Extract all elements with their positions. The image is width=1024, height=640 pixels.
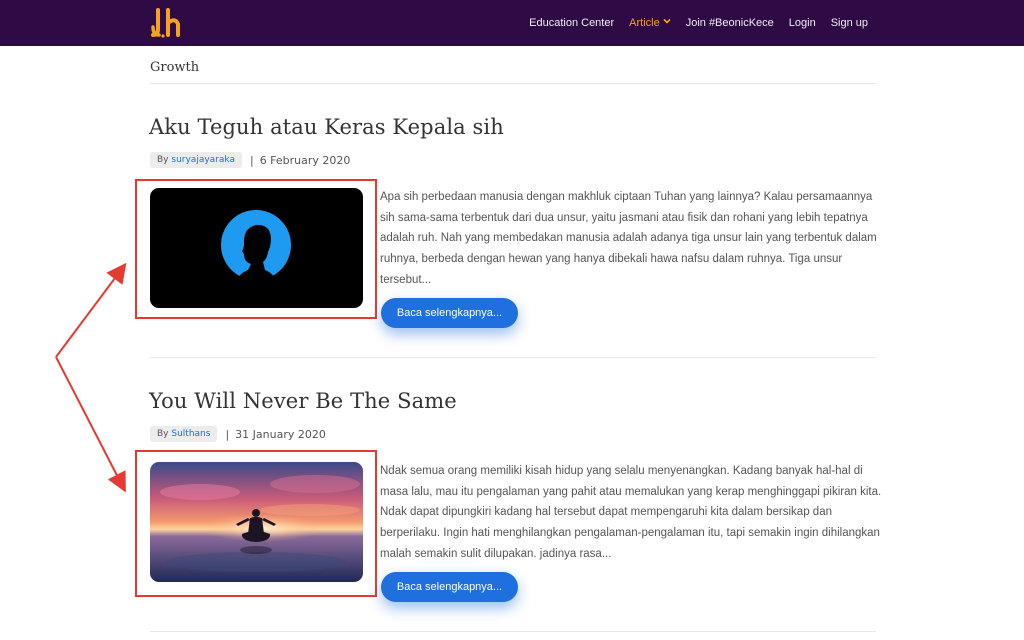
nav-education-center[interactable]: Education Center: [529, 17, 614, 29]
author-link[interactable]: Sulthans: [171, 429, 210, 439]
nav-article-label: Article: [629, 17, 660, 29]
post-date: 31 January 2020: [235, 427, 326, 441]
post-date: 6 February 2020: [259, 153, 351, 167]
chevron-down-icon: [663, 18, 671, 24]
nav-join-beonickece[interactable]: Join #BeonicKece: [686, 17, 774, 29]
read-more-button[interactable]: Baca selengkapnya...: [381, 298, 518, 328]
post-thumbnail[interactable]: [150, 462, 363, 582]
nav-login[interactable]: Login: [789, 17, 816, 29]
meta-separator: |: [225, 427, 230, 441]
post-title[interactable]: Aku Teguh atau Keras Kepala sih: [149, 115, 504, 139]
logo-icon: [151, 8, 180, 38]
meta-separator: |: [249, 153, 254, 167]
nav-sign-up[interactable]: Sign up: [831, 17, 868, 29]
person-silhouette-icon: [150, 188, 363, 308]
top-navbar: Education Center Article Join #BeonicKec…: [0, 0, 1024, 46]
read-more-button[interactable]: Baca selengkapnya...: [381, 572, 518, 602]
author-badge: By suryajayaraka: [150, 152, 242, 168]
category-heading: Growth: [150, 60, 200, 75]
site-logo[interactable]: [150, 7, 186, 39]
by-label: By: [157, 155, 169, 165]
post-thumbnail[interactable]: [150, 188, 363, 308]
post-excerpt: Ndak semua orang memiliki kisah hidup ya…: [380, 465, 882, 560]
divider: [150, 357, 876, 358]
by-label: By: [157, 429, 169, 439]
divider: [150, 83, 876, 84]
author-badge: By Sulthans: [150, 426, 218, 442]
post-title[interactable]: You Will Never Be The Same: [149, 389, 457, 413]
post-meta: By Sulthans | 31 January 2020: [150, 424, 326, 444]
divider: [150, 631, 876, 632]
author-link[interactable]: suryajayaraka: [171, 155, 235, 165]
post-meta: By suryajayaraka | 6 February 2020: [150, 150, 350, 170]
meditation-sunset-icon: [150, 462, 363, 582]
post-excerpt: Apa sih perbedaan manusia dengan makhluk…: [380, 191, 877, 286]
nav-article-dropdown[interactable]: Article: [629, 17, 671, 29]
